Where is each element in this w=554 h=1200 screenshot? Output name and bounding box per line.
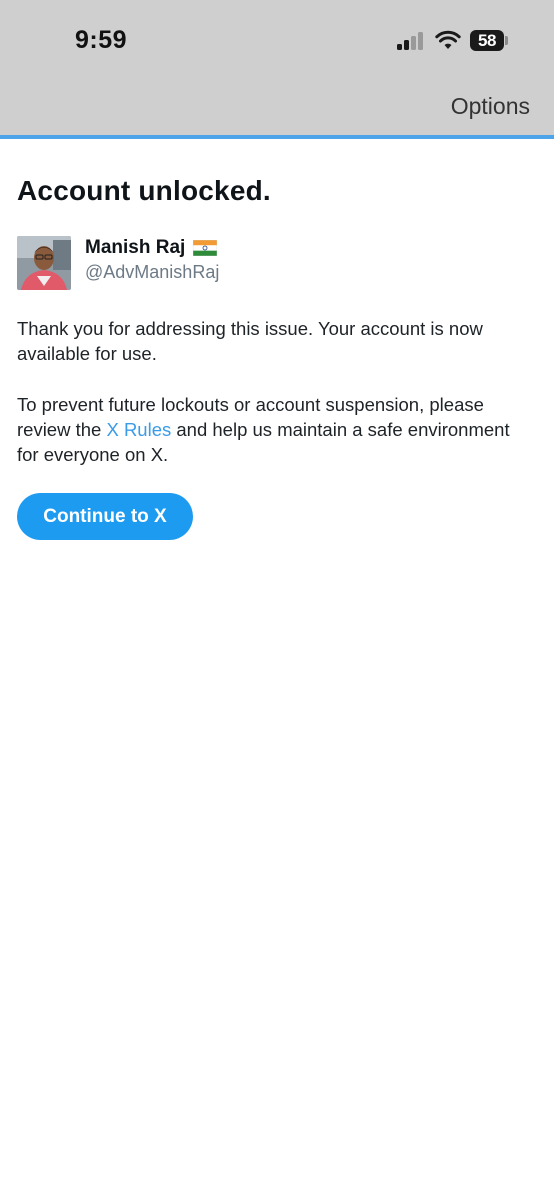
user-name: Manish Raj [85,237,186,258]
india-flag-icon [193,240,218,256]
avatar [17,236,71,290]
unlock-message: Thank you for addressing this issue. You… [17,318,483,364]
battery-tip [505,36,508,45]
cellular-signal-icon [397,32,425,50]
options-button[interactable]: Options [451,93,530,120]
user-handle: @AdvManishRaj [85,262,220,282]
top-bar-divider [0,135,554,139]
rules-message: To prevent future lockouts or account su… [17,392,532,467]
wifi-icon [435,30,461,49]
battery-indicator: 58 [470,30,504,51]
x-rules-link[interactable]: X Rules [106,419,171,440]
status-time: 9:59 [75,26,128,54]
page-title: Account unlocked. [17,175,271,206]
continue-button[interactable]: Continue to X [17,493,193,540]
user-name-row: Manish Raj [85,237,218,259]
